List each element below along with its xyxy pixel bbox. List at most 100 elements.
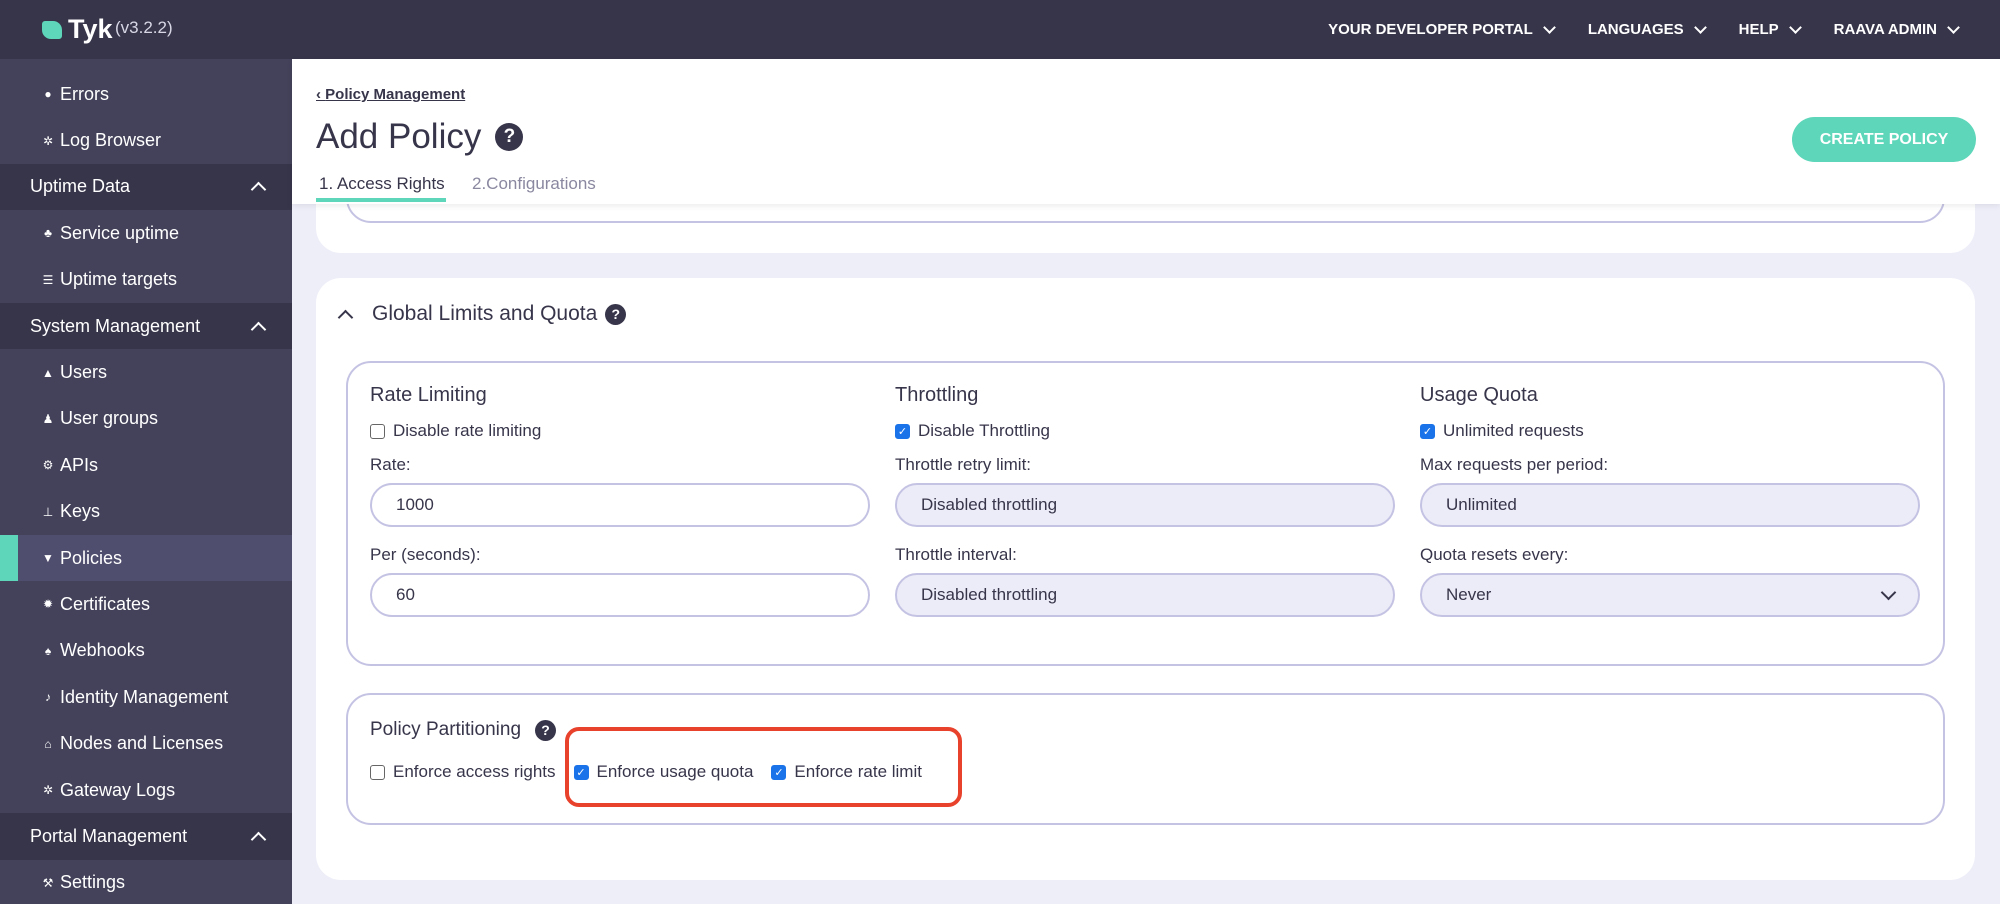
nav-developer-portal[interactable]: YOUR DEVELOPER PORTAL [1328, 20, 1556, 38]
sidebar-label: Portal Management [30, 825, 188, 846]
sidebar-section-uptime-data[interactable]: Uptime Data [0, 163, 292, 211]
checkbox-label: Disable Throttling [918, 421, 1050, 440]
reset-value: Never [1446, 585, 1492, 604]
sidebar-item-identity-management[interactable]: ♪ Identity Management [0, 674, 292, 720]
errors-icon: ● [44, 87, 52, 102]
chevron-up-icon[interactable] [250, 182, 267, 198]
max-value: Unlimited [1446, 495, 1517, 514]
sidebar-item-uptime-targets[interactable]: ☰ Uptime targets [0, 257, 292, 303]
usage-quota-column: Usage Quota ✓ Unlimited requests Max requ… [1420, 384, 1920, 617]
sidebar-item-keys[interactable]: ⊥ Keys [0, 489, 292, 535]
breadcrumb-label: Policy Management [325, 86, 466, 103]
quota-reset-label: Quota resets every: [1420, 545, 1569, 564]
sidebar-item-errors[interactable]: ● Errors [0, 71, 292, 117]
tab-configurations[interactable]: 2.Configurations [472, 174, 596, 194]
partitioning-box [346, 693, 1945, 825]
sidebar-item-webhooks[interactable]: ♠ Webhooks [0, 628, 292, 674]
per-seconds-input[interactable]: 60 [370, 573, 870, 617]
create-policy-button[interactable]: CREATE POLICY [1792, 117, 1976, 162]
sidebar-section-system-management[interactable]: System Management [0, 302, 292, 350]
sidebar-item-apis[interactable]: ⚙ APIs [0, 442, 292, 488]
tab-access-rights[interactable]: 1. Access Rights [319, 174, 445, 194]
sidebar-item-nodes-and-licenses[interactable]: ⌂ Nodes and Licenses [0, 720, 292, 766]
rate-label: Rate: [370, 455, 411, 474]
sidebar-item-user-groups[interactable]: ♟ User groups [0, 396, 292, 442]
throttle-interval-input[interactable]: Disabled throttling [895, 573, 1395, 617]
users-icon: ▲ [42, 365, 54, 380]
rate-input[interactable]: 1000 [370, 483, 870, 527]
throttling-column: Throttling ✓ Disable Throttling Throttle … [895, 384, 1395, 617]
checkbox-label: Unlimited requests [1443, 421, 1584, 440]
chevron-down-icon [1542, 20, 1556, 34]
sidebar-label: Settings [60, 872, 126, 893]
sidebar-item-certificates[interactable]: ✹ Certificates [0, 581, 292, 627]
checkbox-label: Disable rate limiting [393, 421, 542, 440]
interval-value: Disabled throttling [921, 585, 1058, 604]
top-bar: Tyk (v3.2.2) YOUR DEVELOPER PORTAL LANGU… [0, 0, 2000, 59]
chevron-down-icon [1693, 20, 1707, 34]
log-browser-icon: ✲ [42, 133, 54, 148]
sidebar-item-users[interactable]: ▲ Users [0, 349, 292, 395]
max-requests-input[interactable]: Unlimited [1420, 483, 1920, 527]
per-label: Per (seconds): [370, 545, 481, 564]
uptime-targets-icon: ☰ [42, 272, 54, 287]
sidebar: ● Errors ✲ Log Browser Uptime Data ♣ Service u… [0, 59, 292, 904]
throttling-heading: Throttling [895, 384, 979, 406]
rate-limiting-column: Rate Limiting Disable rate limiting Rate… [370, 384, 870, 617]
sidebar-section-portal-management[interactable]: Portal Management [0, 813, 292, 860]
quota-reset-select[interactable]: Never [1420, 573, 1920, 617]
version-label: (v3.2.2) [115, 18, 173, 37]
chevron-down-icon [1880, 584, 1897, 600]
checkbox-icon [370, 764, 385, 780]
unlimited-requests-checkbox[interactable]: ✓ Unlimited requests [1420, 420, 1920, 442]
chevron-down-icon [1788, 20, 1802, 34]
checkbox-icon [370, 423, 385, 439]
chevron-up-icon[interactable] [250, 321, 267, 337]
checkbox-checked-icon: ✓ [895, 423, 910, 439]
sidebar-label: Nodes and Licenses [60, 733, 224, 754]
retry-limit-input[interactable]: Disabled throttling [895, 483, 1395, 527]
nav-label: YOUR DEVELOPER PORTAL [1328, 21, 1533, 38]
top-nav: YOUR DEVELOPER PORTAL LANGUAGES HELP RAA… [1328, 0, 1960, 59]
retry-limit-label: Throttle retry limit: [895, 455, 1032, 474]
nav-user-menu[interactable]: RAAVA ADMIN [1833, 20, 1960, 38]
page-title-text: Add Policy [316, 117, 482, 156]
help-icon[interactable]: ? [535, 719, 557, 741]
nav-help[interactable]: HELP [1738, 20, 1802, 38]
sidebar-label: Log Browser [60, 130, 162, 151]
service-uptime-icon: ♣ [44, 226, 52, 241]
usage-quota-heading: Usage Quota [1420, 384, 1538, 406]
gateway-logs-icon: ✲ [42, 783, 54, 798]
sidebar-label: User groups [60, 408, 159, 429]
enforce-usage-quota-checkbox[interactable]: ✓ Enforce usage quota [573, 761, 754, 783]
breadcrumb-back-link[interactable]: ‹ Policy Management [316, 86, 465, 103]
policies-icon: ▼ [42, 551, 54, 566]
enforce-rate-limit-checkbox[interactable]: ✓ Enforce rate limit [771, 761, 922, 783]
sidebar-label: System Management [30, 315, 201, 336]
nav-label: RAAVA ADMIN [1833, 21, 1937, 38]
checkbox-label: Enforce usage quota [596, 762, 754, 781]
partitioning-title-text: Policy Partitioning [370, 719, 522, 740]
checkbox-checked-icon: ✓ [1420, 423, 1435, 439]
nav-languages[interactable]: LANGUAGES [1588, 20, 1707, 38]
enforce-access-rights-checkbox[interactable]: Enforce access rights [370, 761, 556, 783]
sidebar-item-policies[interactable]: ▼ Policies [0, 534, 292, 582]
page-header: ‹ Policy Management Add Policy? 1. Acces… [292, 59, 2000, 204]
sidebar-label: Uptime Data [30, 176, 131, 197]
sidebar-item-log-browser[interactable]: ✲ Log Browser [0, 117, 292, 163]
sidebar-item-settings[interactable]: ⚒ Settings [0, 860, 292, 904]
disable-rate-limiting-checkbox[interactable]: Disable rate limiting [370, 420, 870, 442]
per-value: 60 [396, 585, 415, 604]
nav-label: HELP [1738, 21, 1779, 38]
disable-throttling-checkbox[interactable]: ✓ Disable Throttling [895, 420, 1395, 442]
page-title: Add Policy? [316, 117, 524, 157]
help-icon[interactable]: ? [605, 303, 627, 325]
sidebar-item-gateway-logs[interactable]: ✲ Gateway Logs [0, 767, 292, 813]
help-icon[interactable]: ? [495, 123, 524, 151]
chevron-up-icon[interactable] [250, 831, 267, 848]
keys-icon: ⊥ [42, 504, 54, 519]
sidebar-item-service-uptime[interactable]: ♣ Service uptime [0, 210, 292, 256]
retry-value: Disabled throttling [921, 495, 1058, 514]
tyk-logo[interactable]: Tyk [42, 14, 113, 45]
logo-leaf-icon [42, 20, 62, 39]
